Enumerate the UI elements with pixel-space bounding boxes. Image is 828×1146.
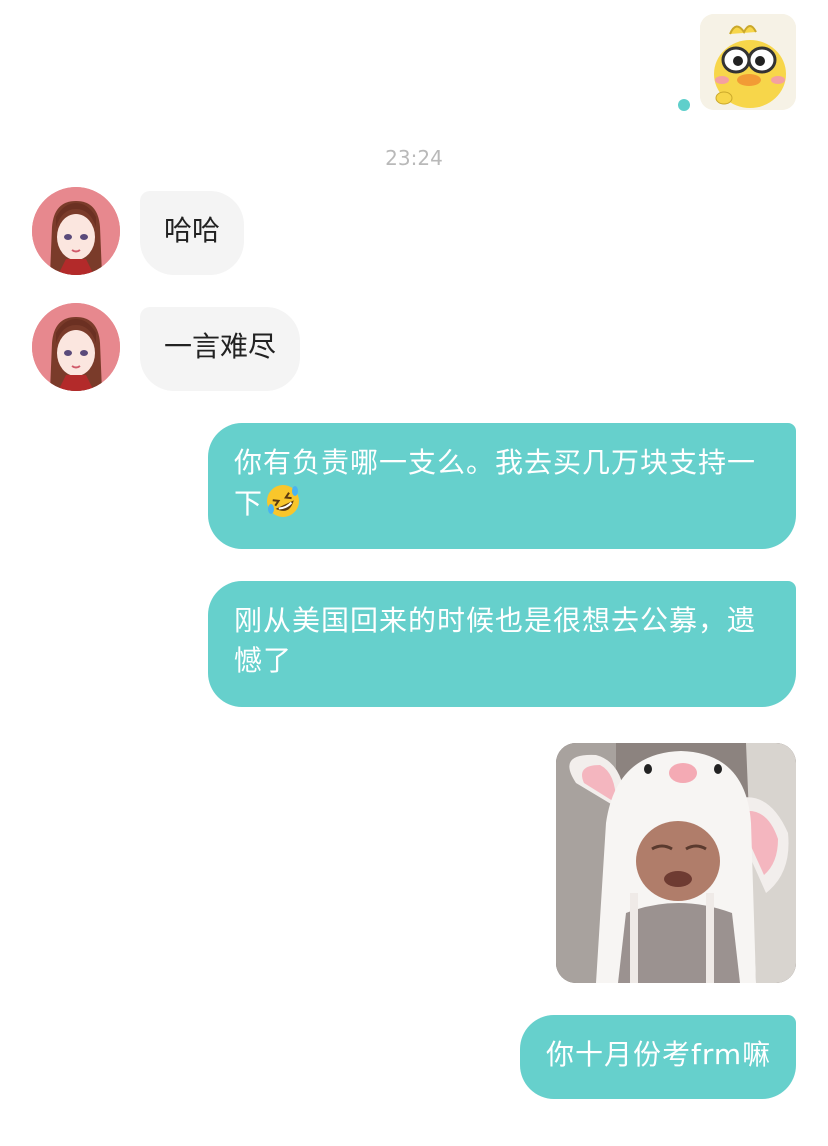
baby-bunny-hat-image [556, 743, 796, 983]
outgoing-message-bubble[interactable]: 你十月份考frm嘛 [520, 1015, 796, 1099]
message-text: 哈哈 [164, 214, 221, 247]
contact-avatar[interactable] [32, 187, 120, 275]
message-text: 一言难尽 [164, 330, 277, 363]
duck-sticker-image [700, 14, 796, 110]
girl-avatar-icon [32, 187, 120, 275]
message-text: 你十月份考frm嘛 [546, 1038, 772, 1071]
message-text: 刚从美国回来的时候也是很想去公募，遗憾了 [234, 604, 757, 677]
sent-status-dot [678, 99, 690, 111]
incoming-message-bubble[interactable]: 一言难尽 [140, 307, 301, 391]
girl-avatar-icon [32, 303, 120, 391]
duck-sticker-message[interactable] [700, 14, 796, 110]
image-message[interactable] [556, 743, 796, 983]
outgoing-message-bubble[interactable]: 你有负责哪一支么。我去买几万块支持一下 [208, 423, 796, 549]
incoming-message-bubble[interactable]: 哈哈 [140, 191, 245, 275]
chat-timestamp: 23:24 [385, 146, 443, 170]
contact-avatar[interactable] [32, 303, 120, 391]
rolling-laughing-emoji-icon [267, 485, 300, 517]
outgoing-message-bubble[interactable]: 刚从美国回来的时候也是很想去公募，遗憾了 [208, 581, 796, 707]
message-text: 你有负责哪一支么。我去买几万块支持一下 [234, 446, 757, 520]
